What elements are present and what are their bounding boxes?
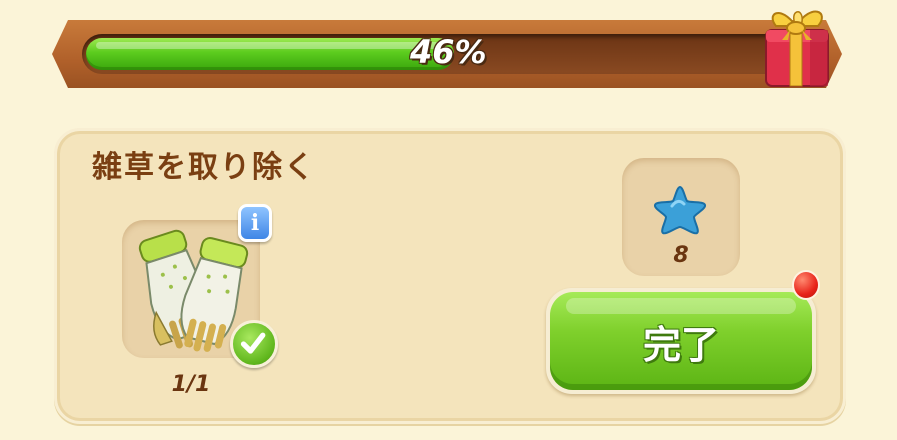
checkmark-icon — [230, 320, 278, 368]
reward-amount: 8 — [673, 243, 689, 268]
info-button[interactable]: i — [238, 204, 272, 242]
notification-dot — [792, 270, 820, 300]
progress-percent: 46% — [410, 33, 487, 71]
blue-star-icon — [654, 185, 706, 235]
task-title: 雑草を取り除く — [92, 150, 316, 185]
gift-box-icon[interactable] — [758, 0, 838, 92]
progress-fill — [86, 38, 454, 70]
complete-button-label: 完了 — [642, 323, 719, 367]
item-progress-count: 1/1 — [171, 372, 211, 397]
complete-button[interactable]: 完了 — [546, 288, 816, 394]
